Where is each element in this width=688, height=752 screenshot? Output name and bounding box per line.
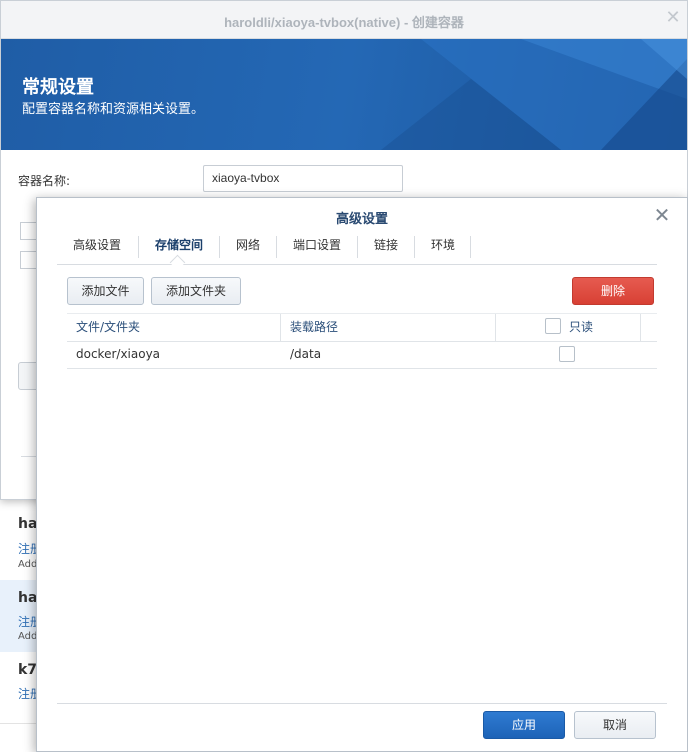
column-file-folder[interactable]: 文件/文件夹: [76, 314, 140, 341]
readonly-all-checkbox[interactable]: [545, 318, 561, 334]
container-name-input[interactable]: xiaoya-tvbox: [203, 165, 403, 192]
wizard-banner: 常规设置 配置容器名称和资源相关设置。: [1, 39, 687, 150]
tab-divider: [219, 236, 220, 258]
container-name-label: 容器名称:: [18, 174, 71, 188]
add-folder-button[interactable]: 添加文件夹: [151, 277, 241, 305]
tab-environment[interactable]: 环境: [421, 232, 465, 263]
table-row[interactable]: docker/xiaoya /data: [67, 341, 657, 369]
delete-button[interactable]: 删除: [572, 277, 654, 305]
tab-divider: [414, 236, 415, 258]
advanced-settings-dialog: 高级设置 ✕ 高级设置 存储空间 网络 端口设置 链接 环境 添加文件 添加文件…: [36, 197, 688, 752]
cell-mount-path: /data: [290, 347, 322, 361]
list-item-title: ha: [18, 516, 38, 532]
tab-network[interactable]: 网络: [226, 232, 270, 263]
column-divider: [640, 314, 641, 341]
dialog-title: 高级设置: [335, 212, 388, 227]
column-mount-path[interactable]: 装载路径: [290, 314, 338, 341]
window-titlebar[interactable]: haroldli/xiaoya-tvbox(native) - 创建容器 ✕: [1, 1, 687, 39]
apply-button[interactable]: 应用: [483, 711, 565, 739]
list-item-detail: Add: [18, 559, 38, 570]
tab-divider: [138, 236, 139, 258]
close-icon[interactable]: ✕: [665, 9, 681, 27]
banner-decoration: [381, 39, 687, 150]
tab-links[interactable]: 链接: [364, 232, 408, 263]
list-item-detail: Add: [18, 631, 38, 642]
column-readonly: 只读: [569, 320, 594, 334]
close-icon[interactable]: ✕: [653, 205, 671, 225]
cancel-button[interactable]: 取消: [574, 711, 656, 739]
window-title: haroldli/xiaoya-tvbox(native) - 创建容器: [224, 15, 464, 30]
table-header: 文件/文件夹 装载路径 只读: [67, 313, 657, 342]
readonly-checkbox[interactable]: [559, 346, 575, 362]
tab-divider: [470, 236, 471, 258]
column-divider: [495, 314, 496, 341]
tab-divider: [276, 236, 277, 258]
banner-subtitle: 配置容器名称和资源相关设置。: [22, 102, 205, 117]
tab-divider: [357, 236, 358, 258]
tab-port-settings[interactable]: 端口设置: [285, 232, 349, 263]
add-file-button[interactable]: 添加文件: [67, 277, 144, 305]
tab-advanced[interactable]: 高级设置: [65, 232, 129, 263]
column-divider: [280, 314, 281, 341]
footer-divider: [57, 703, 667, 704]
list-item-title: ha: [18, 590, 38, 606]
tab-bar: 高级设置 存储空间 网络 端口设置 链接 环境: [57, 232, 657, 265]
cell-file-folder: docker/xiaoya: [76, 347, 161, 361]
list-item-title: k7: [18, 662, 38, 678]
banner-title: 常规设置: [22, 77, 94, 98]
